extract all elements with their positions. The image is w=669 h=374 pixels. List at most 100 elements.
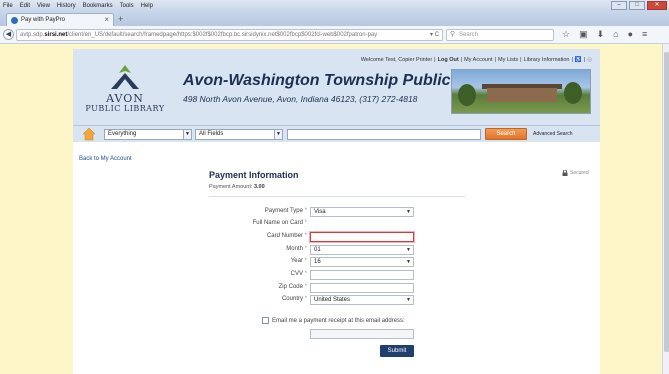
minimize-button[interactable]: –: [611, 1, 627, 10]
menu-help[interactable]: Help: [141, 3, 153, 9]
url-path: /client/en_US/default/search/framedpage/…: [67, 32, 378, 38]
full-name-value: [310, 219, 414, 229]
year-value: 16: [314, 259, 321, 265]
home-icon[interactable]: [82, 127, 96, 141]
help-icon[interactable]: ◎: [587, 57, 592, 63]
download-icon[interactable]: ⬇: [597, 29, 605, 40]
card-number-row: Card Number *: [205, 232, 425, 243]
advanced-search-link[interactable]: Advanced Search: [533, 131, 572, 137]
menu-history[interactable]: History: [57, 3, 76, 9]
back-to-account-link[interactable]: Back to My Account: [79, 156, 132, 162]
logout-link[interactable]: Log Out: [438, 57, 459, 63]
country-select[interactable]: United States ▼: [310, 295, 414, 305]
library-select[interactable]: Everything ▼: [104, 129, 192, 140]
logo-subtext: PUBLIC LIBRARY: [85, 104, 165, 113]
logo-mark-icon: [111, 65, 139, 89]
chevron-down-icon: ▼: [183, 130, 191, 139]
library-info-link[interactable]: Library Information: [524, 57, 570, 63]
divider: [209, 196, 465, 197]
tab-title: Pay with PayPro: [21, 17, 66, 23]
url-prefix: avtp.sdp.: [20, 32, 45, 38]
year-label: Year *: [290, 258, 307, 264]
library-select-value: Everything: [108, 131, 137, 137]
email-receipt-checkbox[interactable]: [262, 317, 269, 324]
chevron-down-icon: ▼: [406, 259, 411, 265]
close-window-button[interactable]: ✕: [647, 1, 667, 10]
address-bar[interactable]: avtp.sdp. sirsi.net/client/en_US/default/…: [16, 29, 443, 41]
menu-file[interactable]: File: [3, 3, 13, 9]
pocket-icon[interactable]: ●: [628, 29, 633, 40]
cvv-label: CVV *: [290, 271, 307, 277]
payment-amount-value: 3.00: [253, 184, 265, 190]
toolbar-icons: ☆ ▣ ⬇ ⌂ ● ≡: [562, 29, 647, 40]
home-icon[interactable]: ⌂: [613, 29, 618, 40]
month-select[interactable]: 01 ▼: [310, 245, 414, 255]
full-name-row: Full Name on Card *: [205, 219, 425, 230]
submit-button[interactable]: Submit: [380, 345, 414, 357]
country-row: Country * United States ▼: [205, 295, 425, 306]
library-building-photo: [451, 69, 591, 114]
cvv-input[interactable]: [310, 270, 414, 280]
payment-title: Payment Information: [209, 170, 299, 180]
full-name-label: Full Name on Card *: [252, 220, 307, 226]
email-receipt-label: Email me a payment receipt at this email…: [272, 317, 405, 324]
my-account-link[interactable]: My Account: [464, 57, 492, 63]
zip-code-row: Zip Code *: [205, 283, 425, 294]
month-row: Month * 01 ▼: [205, 245, 425, 256]
card-number-input[interactable]: [310, 232, 414, 242]
menu-bookmarks[interactable]: Bookmarks: [83, 3, 113, 9]
field-select[interactable]: All Fields ▼: [195, 129, 283, 140]
country-value: United States: [314, 297, 351, 303]
chevron-down-icon: ▼: [406, 297, 411, 303]
menu-edit[interactable]: Edit: [20, 3, 30, 9]
user-links: Welcome Test, Copier Printer | Log Out |…: [360, 57, 592, 63]
scrollbar-thumb[interactable]: [664, 52, 669, 352]
new-tab-icon[interactable]: +: [118, 14, 123, 24]
cvv-row: CVV *: [205, 270, 425, 281]
chevron-down-icon: ▼: [274, 130, 282, 139]
country-label: Country *: [281, 296, 307, 302]
back-arrow-icon[interactable]: ◀: [3, 29, 14, 40]
menu-view[interactable]: View: [37, 3, 50, 9]
menu-tools[interactable]: Tools: [120, 3, 134, 9]
chevron-down-icon: ▼: [406, 247, 411, 253]
search-button[interactable]: Search: [485, 128, 527, 140]
year-select[interactable]: 16 ▼: [310, 257, 414, 267]
url-host: sirsi.net: [44, 32, 68, 38]
month-value: 01: [314, 247, 321, 253]
field-select-value: All Fields: [199, 131, 224, 137]
lock-icon: [562, 170, 568, 176]
library-header: AVON PUBLIC LIBRARY Welcome Test, Copier…: [73, 49, 600, 125]
secured-text: Secured: [570, 170, 589, 176]
browser-tabbar: Pay with PayPro × +: [0, 11, 669, 26]
chevron-down-icon: ▼: [406, 209, 411, 215]
payment-type-row: Payment Type * Visa ▼: [205, 207, 425, 218]
payment-type-select[interactable]: Visa ▼: [310, 207, 414, 217]
hamburger-menu-icon[interactable]: ≡: [642, 29, 647, 40]
zip-code-label: Zip Code *: [278, 284, 307, 290]
window-controls: – □ ✕: [611, 1, 667, 10]
catalog-search-input[interactable]: [287, 129, 481, 140]
my-lists-link[interactable]: My Lists: [498, 57, 518, 63]
library-logo[interactable]: AVON PUBLIC LIBRARY: [85, 65, 165, 120]
paypro-favicon-icon: [11, 16, 18, 24]
year-row: Year * 16 ▼: [205, 257, 425, 268]
month-label: Month *: [286, 246, 307, 252]
page-scrollbar[interactable]: [662, 44, 669, 374]
library-address: 498 North Avon Avenue, Avon, Indiana 461…: [183, 94, 418, 104]
bookmark-star-icon[interactable]: ☆: [562, 29, 570, 40]
clipboard-icon[interactable]: ▣: [579, 29, 588, 40]
catalog-search-bar: Everything ▼ All Fields ▼ Search Advance…: [73, 125, 600, 142]
browser-navbar: ◀ avtp.sdp. sirsi.net/client/en_US/defaul…: [0, 26, 669, 44]
tab-close-icon[interactable]: ×: [104, 15, 109, 24]
maximize-button[interactable]: □: [629, 1, 645, 10]
browser-search-placeholder: Search: [459, 32, 479, 38]
browser-tab[interactable]: Pay with PayPro ×: [6, 13, 114, 26]
card-number-label: Card Number *: [266, 233, 307, 239]
browser-search-input[interactable]: ⚲ Search: [446, 29, 554, 41]
welcome-text: Welcome Test, Copier Printer: [360, 57, 433, 63]
email-input[interactable]: [310, 329, 414, 339]
accessibility-icon[interactable]: ♿: [575, 57, 582, 63]
reload-icon[interactable]: ▾ C: [430, 31, 439, 38]
zip-code-input[interactable]: [310, 283, 414, 293]
